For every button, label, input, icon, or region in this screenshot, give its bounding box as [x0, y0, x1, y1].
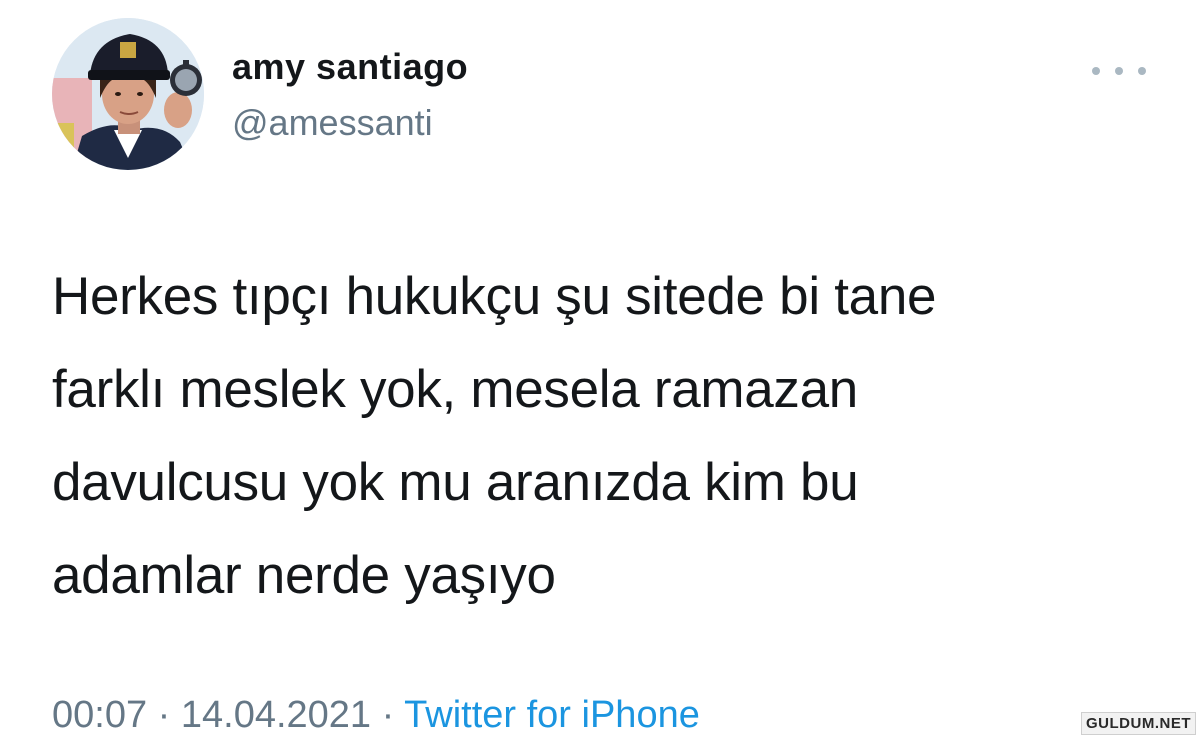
avatar[interactable] — [52, 18, 204, 170]
more-horizontal-icon-dot — [1138, 67, 1146, 75]
watermark-logo: GULDUM.NET — [1081, 712, 1196, 735]
more-horizontal-icon-dot — [1115, 67, 1123, 75]
tweet-meta: 00:07 · 14.04.2021 · Twitter for iPhone — [52, 694, 700, 737]
tweet-date[interactable]: 14.04.2021 — [181, 694, 371, 736]
display-name[interactable]: amy santiago — [232, 46, 468, 88]
tweet-time[interactable]: 00:07 — [52, 694, 147, 736]
tweet-text-line: farklı meslek yok, mesela ramazan — [52, 360, 858, 419]
more-options-button[interactable] — [1092, 58, 1146, 84]
avatar-photo — [52, 18, 204, 170]
more-horizontal-icon — [1092, 67, 1100, 75]
tweet-text: Herkes tıpçı hukukçu şu sitede bi tane f… — [52, 250, 1132, 622]
meta-separator: · — [157, 694, 171, 736]
tweet-card: amy santiago @amessanti Herkes tıpçı huk… — [0, 0, 1200, 739]
tweet-text-line: Herkes tıpçı hukukçu şu sitede bi tane — [52, 267, 937, 326]
meta-separator: · — [381, 694, 395, 736]
tweet-text-line: adamlar nerde yaşıyo — [52, 546, 556, 605]
tweet-text-line: davulcusu yok mu aranızda kim bu — [52, 453, 859, 512]
tweet-source-link[interactable]: Twitter for iPhone — [404, 694, 700, 736]
user-handle[interactable]: @amessanti — [232, 102, 433, 144]
